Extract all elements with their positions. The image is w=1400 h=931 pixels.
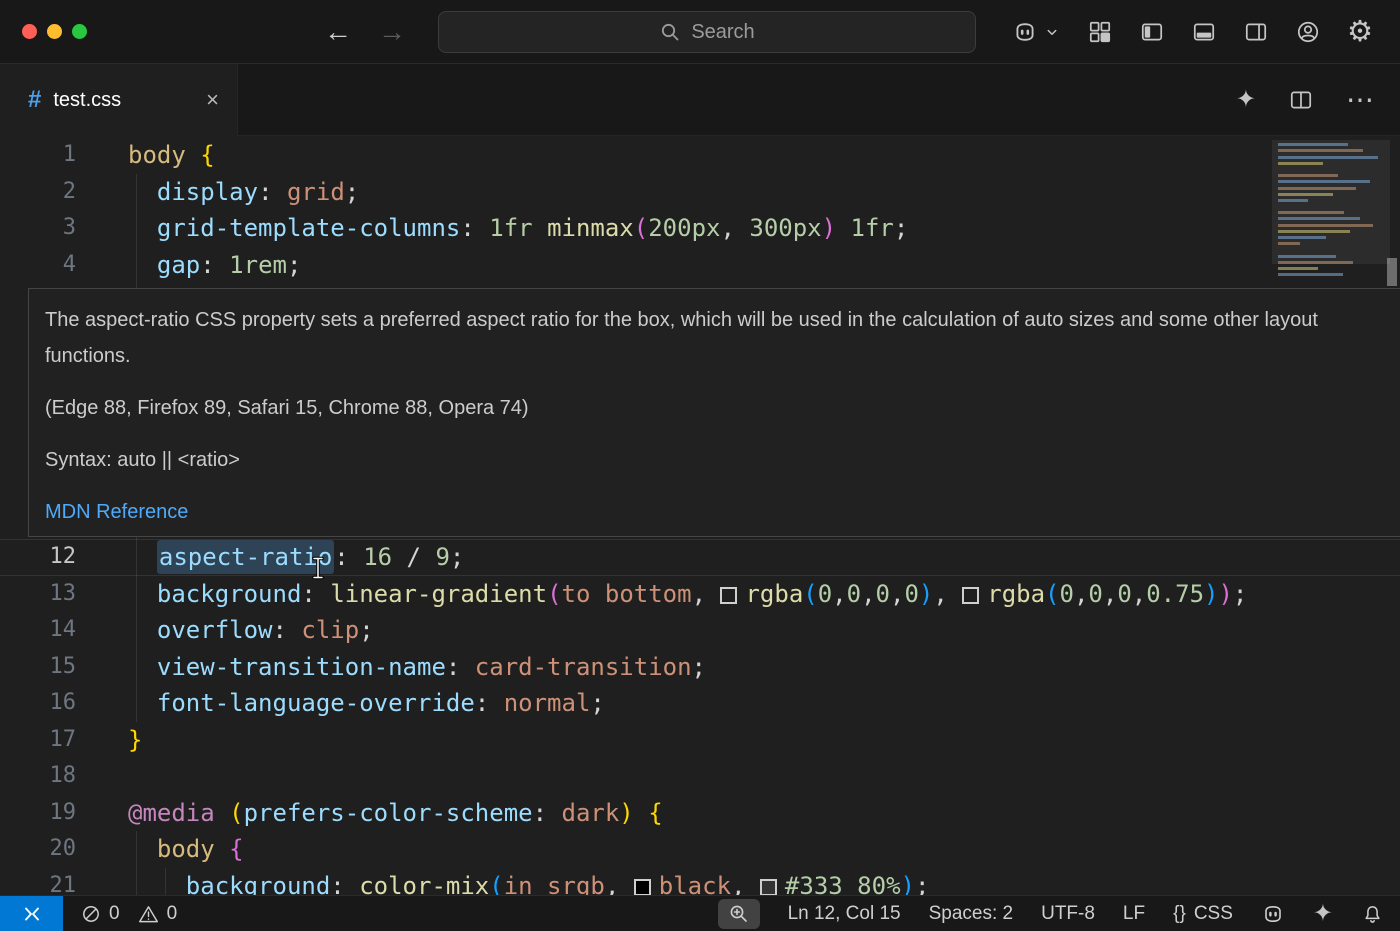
line-number: 3: [0, 210, 76, 247]
code-line-3[interactable]: 3 grid-template-columns: 1fr minmax(200p…: [0, 210, 1400, 247]
minimize-window-button[interactable]: [47, 24, 62, 39]
tab-label: test.css: [53, 89, 206, 112]
color-swatch[interactable]: [720, 587, 737, 604]
code-line-16[interactable]: 16 font-language-override: normal;: [0, 685, 1400, 722]
minimap-slider[interactable]: [1272, 140, 1390, 264]
editor-tab-bar: # test.css × ✦ ⋯: [0, 64, 1400, 136]
code-line-2[interactable]: 2 display: grid;: [0, 174, 1400, 211]
forward-button[interactable]: →: [378, 16, 406, 48]
search-icon: [659, 21, 681, 43]
code-line-18[interactable]: 18: [0, 758, 1400, 795]
hover-tooltip: The aspect-ratio CSS property sets a pre…: [28, 288, 1400, 537]
encoding[interactable]: UTF-8: [1041, 903, 1095, 925]
more-actions-button[interactable]: ⋯: [1346, 86, 1374, 114]
line-number: 15: [0, 649, 76, 686]
problems-indicator[interactable]: 0 0: [81, 903, 187, 925]
copilot-status-icon[interactable]: [1261, 902, 1285, 926]
braces-icon: {}: [1173, 903, 1186, 925]
line-number: 13: [0, 576, 76, 613]
code-line-19[interactable]: 19@media (prefers-color-scheme: dark) {: [0, 795, 1400, 832]
search-placeholder: Search: [691, 21, 754, 44]
toggle-primary-sidebar-button[interactable]: [1126, 19, 1178, 45]
error-count: 0: [109, 903, 120, 925]
split-editor-button[interactable]: [1288, 87, 1314, 113]
line-number: 12: [0, 539, 76, 576]
command-center-search[interactable]: Search: [438, 11, 976, 53]
back-button[interactable]: ←: [324, 16, 352, 48]
code-line-4[interactable]: 4 gap: 1rem;: [0, 247, 1400, 284]
sparkle-status-icon[interactable]: ✦: [1313, 902, 1333, 926]
eol-indicator[interactable]: LF: [1123, 903, 1145, 925]
code-line-21[interactable]: 21 background: color-mix(in srgb, black,…: [0, 868, 1400, 895]
zoom-indicator[interactable]: [718, 899, 760, 929]
account-button[interactable]: [1282, 19, 1334, 45]
copilot-sparkle-button[interactable]: ✦: [1236, 88, 1256, 112]
code-line-20[interactable]: 20 body {: [0, 831, 1400, 868]
remote-indicator[interactable]: [0, 896, 63, 931]
tab-test-css[interactable]: # test.css ×: [0, 64, 238, 136]
line-number: 21: [0, 868, 76, 895]
toggle-secondary-sidebar-button[interactable]: [1230, 19, 1282, 45]
code-line-13[interactable]: 13 background: linear-gradient(to bottom…: [0, 576, 1400, 613]
line-number: 20: [0, 831, 76, 868]
line-number: 18: [0, 758, 76, 795]
maximize-window-button[interactable]: [72, 24, 87, 39]
line-number: 17: [0, 722, 76, 759]
hover-syntax: Syntax: auto || <ratio>: [45, 442, 1381, 478]
color-swatch[interactable]: [760, 879, 777, 895]
editor-actions: ✦ ⋯: [1236, 64, 1374, 136]
warning-count: 0: [167, 903, 178, 925]
customize-layout-button[interactable]: [1074, 19, 1126, 45]
titlebar-actions: ⚙: [999, 0, 1386, 64]
language-mode[interactable]: {} CSS: [1173, 903, 1233, 925]
notifications-bell-icon[interactable]: [1361, 903, 1384, 926]
line-number: 1: [0, 137, 76, 174]
mouse-ibeam-cursor: [310, 556, 326, 580]
code-line-1[interactable]: 1body {: [0, 137, 1400, 174]
color-swatch[interactable]: [962, 587, 979, 604]
toggle-panel-button[interactable]: [1178, 19, 1230, 45]
line-number: 19: [0, 795, 76, 832]
close-window-button[interactable]: [22, 24, 37, 39]
line-number: 16: [0, 685, 76, 722]
hover-browser-support: (Edge 88, Firefox 89, Safari 15, Chrome …: [45, 390, 1381, 426]
mdn-reference-link[interactable]: MDN Reference: [45, 501, 188, 523]
language-label: CSS: [1194, 903, 1233, 925]
code-line-12[interactable]: 12 aspect-ratio: 16 / 9;: [0, 539, 1400, 576]
line-number: 14: [0, 612, 76, 649]
cursor-position[interactable]: Ln 12, Col 15: [788, 903, 901, 925]
settings-gear-button[interactable]: ⚙: [1334, 18, 1386, 47]
line-number: 4: [0, 247, 76, 284]
statusbar: 0 0 Ln 12, Col 15 Spaces: 2 UTF-8 LF {} …: [0, 895, 1400, 931]
titlebar: ← → Search: [0, 0, 1400, 64]
window-controls: [22, 24, 87, 39]
chevron-down-icon[interactable]: [1043, 23, 1074, 41]
color-swatch[interactable]: [634, 879, 651, 895]
code-line-15[interactable]: 15 view-transition-name: card-transition…: [0, 649, 1400, 686]
error-icon: [81, 904, 101, 924]
css-file-icon: #: [28, 86, 41, 114]
history-navigation: ← →: [324, 0, 406, 64]
close-tab-button[interactable]: ×: [206, 87, 219, 113]
indentation[interactable]: Spaces: 2: [929, 903, 1014, 925]
line-number: 2: [0, 174, 76, 211]
scrollbar-thumb[interactable]: [1387, 258, 1397, 286]
hover-description: The aspect-ratio CSS property sets a pre…: [45, 302, 1381, 374]
code-line-17[interactable]: 17}: [0, 722, 1400, 759]
minimap[interactable]: [1272, 140, 1390, 290]
code-line-14[interactable]: 14 overflow: clip;: [0, 612, 1400, 649]
warning-icon: [138, 904, 159, 924]
